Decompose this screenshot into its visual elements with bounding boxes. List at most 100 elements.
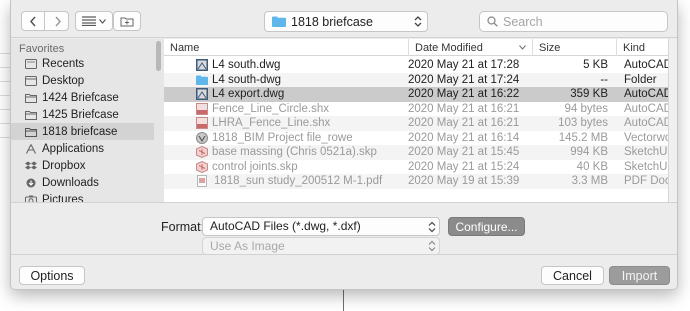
file-row-disabled: base massing (Chris 0521a).skp 2020 May … — [164, 145, 668, 160]
file-kind: AutoCAD Compiled Shape — [624, 117, 668, 129]
file-row-selected[interactable]: L4 export.dwg 2020 May 21 at 16:22 359 K… — [164, 87, 668, 102]
background-window-rows — [0, 40, 10, 140]
file-name: base massing (Chris 0521a).skp — [212, 146, 377, 158]
search-icon — [487, 16, 498, 27]
file-row[interactable]: L4 south.dwg 2020 May 21 at 17:28 5 KB A… — [164, 58, 668, 73]
sort-chevron-icon — [519, 45, 526, 50]
sketchup-file-icon — [196, 160, 208, 173]
folder-icon — [272, 16, 286, 27]
file-row-disabled: control joints.skp 2020 May 21 at 15:24 … — [164, 160, 668, 175]
applications-icon — [26, 143, 36, 154]
file-kind: PDF Document — [624, 175, 668, 187]
chevron-right-icon — [54, 16, 61, 26]
import-dialog: 1818 briefcase Favorites Recents Desktop… — [10, 0, 678, 290]
up-down-arrows-icon — [425, 238, 439, 254]
cancel-button[interactable]: Cancel — [541, 266, 604, 285]
file-size: 145.2 MB — [558, 131, 608, 144]
folder-icon — [25, 93, 37, 103]
file-kind: Vectorworks — [624, 131, 668, 144]
format-select[interactable]: AutoCAD Files (*.dwg, *.dxf) — [202, 217, 440, 236]
sidebar-item-label: Desktop — [42, 74, 85, 87]
up-down-arrows-icon — [414, 16, 422, 27]
forward-button[interactable] — [46, 12, 69, 30]
sidebar-scrollbar[interactable] — [156, 41, 161, 71]
file-list-scroll-track[interactable] — [668, 39, 677, 202]
column-header-label: Date Modified — [415, 41, 483, 54]
folder-icon — [25, 127, 37, 137]
new-folder-button[interactable] — [113, 11, 141, 31]
file-kind: SketchUp Document — [624, 146, 668, 158]
import-mode-select[interactable]: Use As Image — [202, 237, 440, 255]
column-header-label: Size — [539, 41, 561, 54]
options-button[interactable]: Options — [19, 266, 85, 285]
file-date: 2020 May 21 at 15:24 — [408, 160, 520, 173]
column-header-size[interactable]: Size — [532, 39, 616, 56]
background-guide-line — [343, 289, 344, 311]
sidebar-section-title: Favorites — [19, 43, 65, 55]
pdf-file-icon — [197, 175, 207, 187]
file-date: 2020 May 21 at 16:14 — [408, 131, 520, 144]
current-folder-label: 1818 briefcase — [291, 14, 374, 29]
file-date: 2020 May 21 at 17:28 — [408, 59, 520, 71]
dwg-file-icon — [196, 59, 208, 71]
file-kind: AutoCAD DWG — [624, 88, 668, 100]
dropbox-icon — [25, 161, 37, 169]
file-size: 359 KB — [570, 88, 608, 100]
file-date: 2020 May 21 at 16:21 — [408, 102, 520, 115]
sidebar-item-label: Recents — [42, 57, 85, 70]
file-size: 5 KB — [583, 59, 608, 71]
dialog-button-bar: Options Cancel Import — [11, 254, 677, 289]
sidebar-item-applications[interactable]: Applications — [11, 140, 154, 157]
import-button[interactable]: Import — [609, 266, 670, 285]
file-kind: SketchUp Document — [624, 160, 668, 173]
column-header-name[interactable]: Name — [164, 39, 408, 56]
file-list-header: Name Date Modified Size Kind — [164, 39, 668, 56]
sidebar-item-recents[interactable]: Recents — [11, 55, 154, 72]
search-field[interactable] — [479, 11, 668, 32]
file-row-empty — [164, 189, 668, 203]
desktop-icon — [25, 75, 37, 86]
view-options-button[interactable] — [75, 11, 113, 31]
search-input[interactable] — [503, 14, 653, 29]
sidebar: Favorites Recents Desktop 1424 Briefcase… — [11, 39, 164, 206]
sidebar-item-label: Applications — [42, 142, 105, 155]
file-size: 994 KB — [570, 146, 608, 158]
file-size: 3.3 MB — [571, 175, 608, 187]
sidebar-item-1424-briefcase[interactable]: 1424 Briefcase — [11, 89, 154, 106]
up-down-arrows-icon — [425, 218, 439, 235]
folder-path-popup[interactable]: 1818 briefcase — [264, 11, 428, 32]
column-header-label: Kind — [623, 41, 646, 54]
file-date: 2020 May 21 at 17:24 — [408, 73, 520, 86]
file-size: -- — [600, 73, 608, 86]
dwg-file-icon — [196, 88, 208, 100]
file-row-disabled: 1818_sun study_200512 M-1.pdf 2020 May 1… — [164, 174, 668, 189]
file-name: 1818_sun study_200512 M-1.pdf — [214, 175, 383, 187]
file-kind: AutoCAD DWG — [624, 59, 668, 71]
file-row-disabled: 1818_BIM Project file_rowe 2020 May 21 a… — [164, 131, 668, 146]
format-selected-value: AutoCAD Files (*.dwg, *.dxf) — [210, 219, 361, 233]
file-name: L4 south-dwg — [212, 73, 282, 86]
list-view-icon — [82, 16, 96, 26]
download-icon — [26, 178, 36, 187]
file-row[interactable]: L4 south-dwg 2020 May 21 at 17:24 -- Fol… — [164, 72, 668, 87]
sidebar-item-1818-briefcase[interactable]: 1818 briefcase — [11, 123, 154, 140]
file-row-disabled: LHRA_Fence_Line.shx 2020 May 21 at 16:21… — [164, 116, 668, 131]
sidebar-item-downloads[interactable]: Downloads — [11, 174, 154, 191]
sidebar-item-1425-briefcase[interactable]: 1425 Briefcase — [11, 106, 154, 123]
column-header-kind[interactable]: Kind — [616, 39, 668, 56]
sidebar-item-desktop[interactable]: Desktop — [11, 72, 154, 89]
back-button[interactable] — [22, 12, 45, 30]
column-header-date[interactable]: Date Modified — [408, 39, 532, 56]
history-nav-segment — [21, 11, 69, 31]
clock-folder-icon — [25, 58, 37, 69]
file-name: control joints.skp — [212, 160, 298, 173]
chevron-down-icon — [99, 18, 106, 24]
dialog-toolbar: 1818 briefcase — [11, 0, 677, 38]
sidebar-item-dropbox[interactable]: Dropbox — [11, 157, 154, 174]
file-size: 94 bytes — [564, 102, 608, 115]
file-name: L4 export.dwg — [212, 88, 285, 100]
configure-button[interactable]: Configure... — [448, 217, 525, 236]
file-name: Fence_Line_Circle.shx — [212, 102, 329, 115]
sketchup-file-icon — [196, 146, 208, 158]
format-options-panel: Format: AutoCAD Files (*.dwg, *.dxf) Con… — [11, 202, 677, 255]
